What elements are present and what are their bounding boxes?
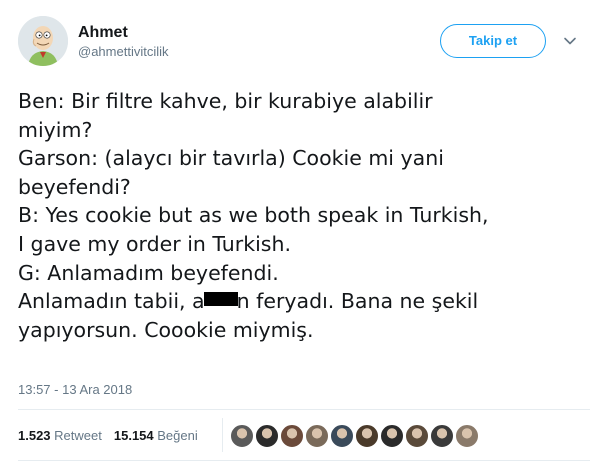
liker-avatar[interactable] [355, 424, 379, 448]
liker-avatar[interactable] [430, 424, 454, 448]
tweet-timestamp[interactable]: 13:57 - 13 Ara 2018 [18, 382, 132, 397]
stats-separator [222, 418, 223, 452]
cartoon-avatar-icon [18, 16, 68, 66]
tweet-text-segment: Anlamadın tabii, a [18, 289, 205, 314]
like-count[interactable]: 15.154 [114, 428, 154, 443]
retweet-count[interactable]: 1.523 [18, 428, 51, 443]
follow-button[interactable]: Takip et [440, 24, 546, 58]
display-name[interactable]: Ahmet [78, 23, 169, 43]
retweet-label[interactable]: Retweet [54, 428, 102, 443]
avatar[interactable] [18, 16, 68, 66]
liker-avatar[interactable] [380, 424, 404, 448]
tweet-line: G: Anlamadım beyefendi. [18, 260, 279, 285]
liker-avatar[interactable] [405, 424, 429, 448]
chevron-down-icon[interactable] [563, 34, 577, 48]
liker-avatar[interactable] [455, 424, 479, 448]
tweet-line: I gave my order in Turkish. [18, 231, 291, 256]
tweet-text: Ben: Bir filtre kahve, bir kurabiye alab… [18, 87, 588, 344]
like-label[interactable]: Beğeni [157, 428, 197, 443]
user-handle[interactable]: @ahmettivitcilik [78, 43, 169, 61]
tweet-line: beyefendi? [18, 174, 131, 199]
liker-avatar[interactable] [330, 424, 354, 448]
divider [18, 460, 590, 461]
tweet-line: B: Yes cookie but as we both speak in Tu… [18, 203, 489, 228]
tweet-stats: 1.523 Retweet 15.154 Beğeni [18, 428, 198, 443]
liker-avatar[interactable] [230, 424, 254, 448]
tweet-line: Garson: (alaycı bir tavırla) Cookie mi y… [18, 146, 444, 171]
tweet-text-segment: n feryadı. Bana ne şekil [236, 289, 479, 314]
liker-avatar[interactable] [255, 424, 279, 448]
user-names: Ahmet @ahmettivitcilik [78, 23, 169, 61]
liker-avatar[interactable] [305, 424, 329, 448]
tweet-line: yapıyorsun. Coookie miymiş. [18, 317, 314, 342]
tweet-line: Ben: Bir filtre kahve, bir kurabiye alab… [18, 89, 433, 113]
tweet-line: miyim? [18, 117, 93, 142]
redaction-bar [203, 292, 238, 307]
tweet-line-redacted: Anlamadın tabii, a n feryadı. Bana ne şek… [18, 287, 588, 316]
liker-avatar[interactable] [280, 424, 304, 448]
divider [18, 409, 590, 410]
tweet-header: Ahmet @ahmettivitcilik Takip et [16, 12, 592, 68]
